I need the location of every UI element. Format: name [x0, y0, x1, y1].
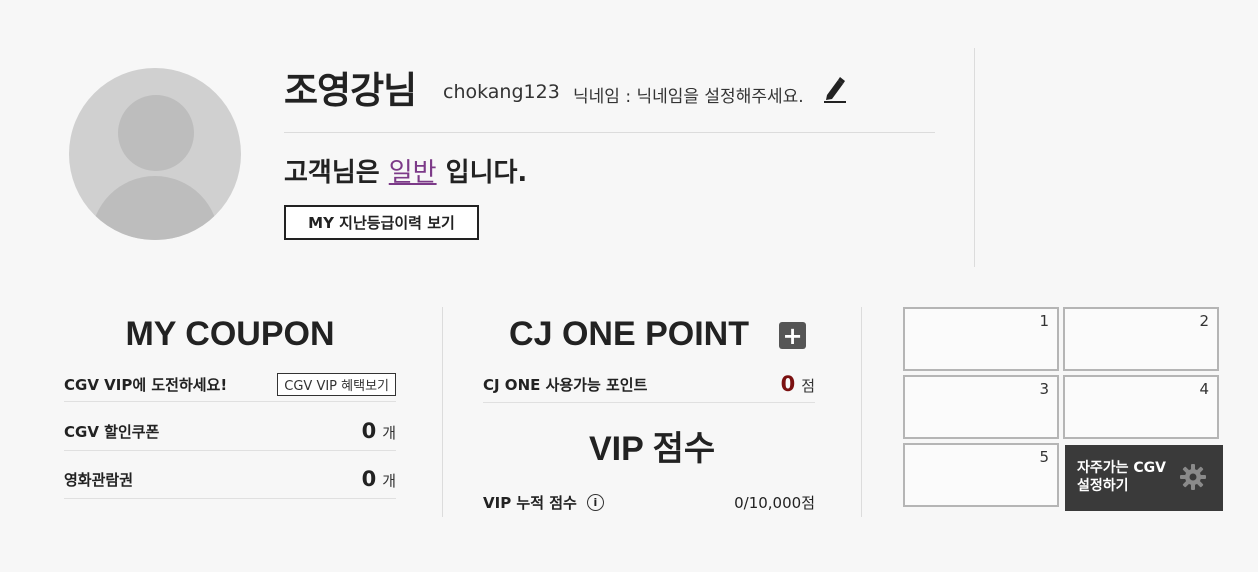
- discount-coupon-unit: 개: [382, 424, 396, 442]
- favorite-cgv-setting-button[interactable]: 자주가는 CGV 설정하기: [1065, 445, 1223, 511]
- vip-benefit-button[interactable]: CGV VIP 혜택보기: [277, 373, 396, 396]
- grade-suffix: 입니다.: [445, 158, 528, 188]
- grade-link[interactable]: 일반: [389, 158, 437, 188]
- cjone-points-unit: 점: [801, 377, 815, 395]
- movie-ticket-count: 0: [361, 467, 377, 491]
- discount-coupon-count: 0: [361, 419, 377, 443]
- avatar-body: [91, 176, 219, 240]
- movie-ticket-row[interactable]: 영화관람권 0 개: [64, 460, 396, 499]
- favorite-cgv-slot-2[interactable]: 2: [1063, 307, 1219, 371]
- vip-score-row: VIP 누적 점수 i 0/10,000점: [483, 488, 815, 516]
- avatar-head: [118, 95, 194, 171]
- slot-number: 4: [1199, 380, 1209, 398]
- favorite-cgv-slot-3[interactable]: 3: [903, 375, 1059, 439]
- profile-right-divider: [974, 48, 975, 267]
- profile-divider: [284, 132, 935, 133]
- user-id: chokang123: [443, 81, 560, 103]
- movie-ticket-label: 영화관람권: [64, 470, 134, 489]
- slot-number: 5: [1039, 448, 1049, 466]
- user-name: 조영강님: [284, 69, 417, 112]
- vip-score-value: 0/10,000점: [734, 493, 815, 512]
- info-icon[interactable]: i: [586, 493, 604, 511]
- cjone-title: CJ ONE POINT: [509, 315, 749, 353]
- slot-number: 3: [1039, 380, 1049, 398]
- slot-number: 1: [1039, 312, 1049, 330]
- grade-history-button[interactable]: MY 지난등급이력 보기: [284, 205, 479, 240]
- grade-line: 고객님은 일반 입니다.: [284, 152, 527, 189]
- cjone-points-label: CJ ONE 사용가능 포인트: [483, 375, 648, 394]
- slot-number: 2: [1199, 312, 1209, 330]
- coupon-divider: [442, 307, 443, 517]
- vip-challenge-row: CGV VIP에 도전하세요! CGV VIP 혜택보기: [64, 368, 396, 402]
- grade-prefix: 고객님은: [284, 158, 380, 188]
- cjone-points-value: 0: [780, 372, 796, 396]
- discount-coupon-label: CGV 할인쿠폰: [64, 422, 160, 441]
- vip-challenge-label: CGV VIP에 도전하세요!: [64, 376, 228, 394]
- favorite-cgv-slot-1[interactable]: 1: [903, 307, 1059, 371]
- vip-score-label: VIP 누적 점수: [483, 493, 577, 512]
- pen-icon[interactable]: [821, 74, 847, 104]
- profile-avatar: [69, 68, 241, 240]
- nickname-label: 닉네임 : 닉네임을 설정해주세요.: [573, 87, 804, 107]
- gear-icon: [1180, 464, 1206, 490]
- favorite-cgv-slot-5[interactable]: 5: [903, 443, 1059, 507]
- favorite-cgv-slot-4[interactable]: 4: [1063, 375, 1219, 439]
- vip-title: VIP 점수: [589, 430, 716, 468]
- coupon-title: MY COUPON: [125, 315, 335, 353]
- plus-icon[interactable]: +: [779, 322, 806, 349]
- cjone-points-row: CJ ONE 사용가능 포인트 0 점: [483, 366, 815, 403]
- movie-ticket-unit: 개: [382, 472, 396, 490]
- discount-coupon-row[interactable]: CGV 할인쿠폰 0 개: [64, 412, 396, 451]
- cjone-divider: [861, 307, 862, 517]
